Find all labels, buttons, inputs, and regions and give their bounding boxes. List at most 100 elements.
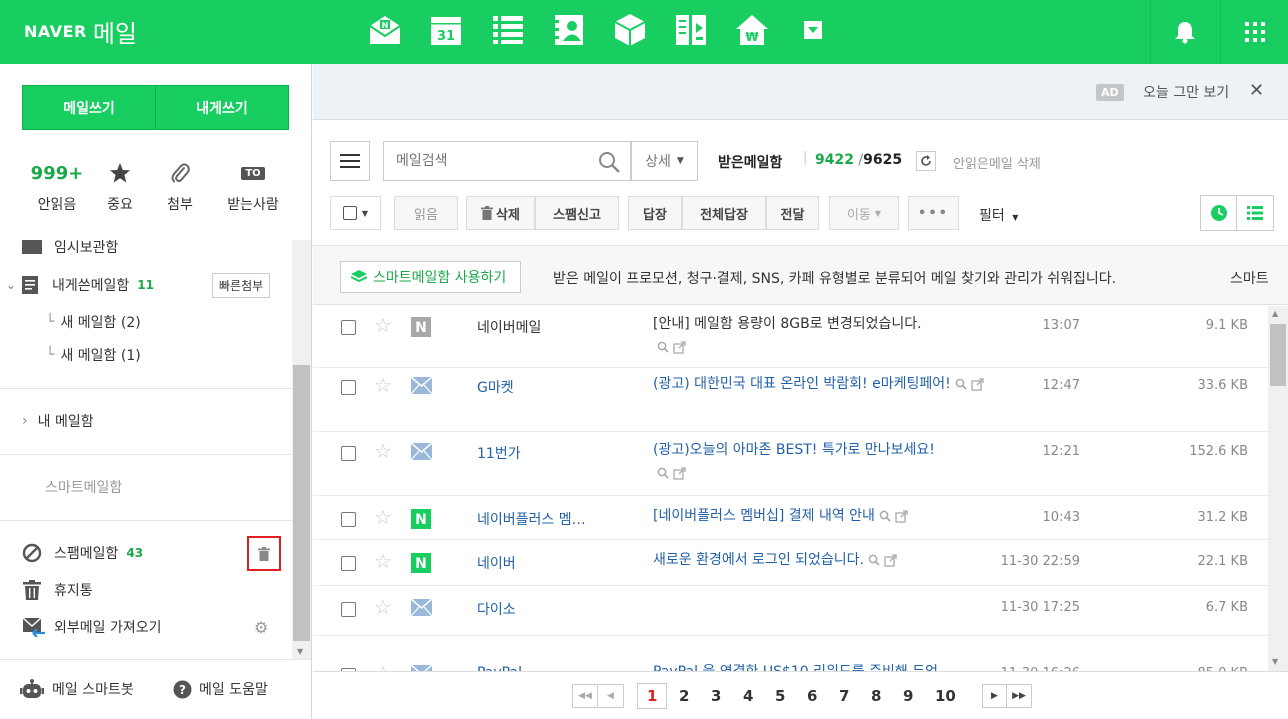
- time-view-clock-icon[interactable]: [1201, 196, 1237, 230]
- first-page-icon[interactable]: ◀◀: [573, 685, 598, 707]
- inbox-title[interactable]: 받은메일함: [718, 152, 782, 172]
- search-icon[interactable]: [598, 151, 620, 173]
- mail-checkbox[interactable]: [341, 512, 356, 527]
- external-mail-item[interactable]: 외부메일 가져오기 ⚙: [22, 612, 282, 642]
- quick-attach-button[interactable]: 빠른첨부: [212, 272, 271, 298]
- page-link[interactable]: 4: [743, 687, 753, 705]
- mail-checkbox[interactable]: [341, 446, 356, 461]
- sent-to-me-folder[interactable]: ⌄ 내게쓴메일함 11 빠른첨부: [6, 270, 281, 300]
- report-spam-button[interactable]: 스팸신고: [535, 196, 619, 230]
- my-mailbox-toggle[interactable]: › 내 메일함: [22, 406, 94, 436]
- mail-checkbox[interactable]: [341, 380, 356, 395]
- contacts-icon[interactable]: [551, 12, 587, 48]
- sidebar-scrollbar[interactable]: ▼: [292, 240, 311, 660]
- mail-subject[interactable]: [네이버플러스 멤버십] 결제 내역 안내: [653, 505, 993, 528]
- mail-subject[interactable]: 새로운 환경에서 로그인 되었습니다.: [653, 549, 993, 572]
- todo-list-icon[interactable]: [490, 12, 526, 48]
- last-page-icon[interactable]: ▶▶: [1007, 685, 1031, 707]
- next-page-icon[interactable]: ▶: [983, 685, 1007, 707]
- sub-folder-1[interactable]: └ 새 메일함 (2): [46, 307, 141, 337]
- refresh-icon[interactable]: [916, 151, 936, 171]
- unread-mail-count[interactable]: 9422: [815, 152, 854, 168]
- list-view-icon[interactable]: [1237, 196, 1273, 230]
- page-current[interactable]: 1: [637, 683, 668, 709]
- more-button[interactable]: •••: [908, 196, 959, 230]
- mail-list-scrollbar[interactable]: ▲ ▼: [1268, 306, 1288, 678]
- mail-row[interactable]: ☆ N 네이버플러스 멤… [네이버플러스 멤버십] 결제 내역 안내 10:43 31.…: [313, 496, 1268, 540]
- search-input[interactable]: [396, 150, 586, 172]
- mail-subject[interactable]: (광고)오늘의 아마존 BEST! 특가로 만나보세요!: [653, 439, 993, 485]
- search-detail-dropdown[interactable]: 상세 ▼: [631, 141, 698, 181]
- star-icon[interactable]: ☆: [374, 595, 392, 619]
- prev-page-icon[interactable]: ◀: [598, 685, 623, 707]
- write-mail-button[interactable]: 메일쓰기: [22, 85, 156, 130]
- star-icon[interactable]: ☆: [374, 505, 392, 529]
- blog-home-icon[interactable]: ₩: [734, 12, 770, 48]
- close-icon[interactable]: ✕: [1249, 80, 1264, 101]
- sidebar-scroll-thumb[interactable]: [293, 365, 310, 641]
- trash-folder[interactable]: 휴지통: [22, 575, 93, 605]
- mail-row[interactable]: ☆ 11번가 (광고)오늘의 아마존 BEST! 특가로 만나보세요! 12:21 15…: [313, 432, 1268, 496]
- forward-button[interactable]: 전달: [766, 196, 819, 230]
- mail-subject[interactable]: (광고) 대한민국 대표 온라인 박람회! e마케팅페어!: [653, 373, 993, 396]
- mark-read-button[interactable]: 읽음: [394, 196, 458, 230]
- star-icon[interactable]: ☆: [374, 313, 392, 337]
- settings-gear-icon[interactable]: ⚙: [254, 618, 268, 637]
- mail-home-icon[interactable]: N: [367, 12, 403, 48]
- spam-folder[interactable]: 스팸메일함 43: [22, 536, 282, 571]
- page-link[interactable]: 9: [903, 687, 913, 705]
- mail-sender[interactable]: 네이버: [477, 553, 607, 573]
- mail-subject[interactable]: [안내] 메일함 용량이 8GB로 변경되었습니다.: [653, 313, 993, 359]
- bell-icon[interactable]: [1167, 14, 1203, 50]
- mail-row[interactable]: ☆ 다이소 11-30 17:25 6.7 KB: [313, 586, 1268, 636]
- move-dropdown[interactable]: 이동 ▼: [829, 196, 899, 230]
- mail-checkbox[interactable]: [341, 602, 356, 617]
- all-apps-grid-icon[interactable]: [1237, 14, 1273, 50]
- chevron-down-icon[interactable]: ⌄: [6, 278, 22, 292]
- star-icon[interactable]: ☆: [374, 549, 392, 573]
- menu-hamburger-icon[interactable]: [330, 141, 370, 181]
- mail-checkbox[interactable]: [341, 556, 356, 571]
- mail-sender[interactable]: 네이버메일: [477, 317, 607, 337]
- page-link[interactable]: 10: [935, 687, 956, 705]
- mail-row[interactable]: ☆ N 네이버메일 [안내] 메일함 용량이 8GB로 변경되었습니다. 13:07 9.…: [313, 306, 1268, 368]
- smart-mailbox-item[interactable]: 스마트메일함: [45, 472, 122, 502]
- reply-all-button[interactable]: 전체답장: [682, 196, 766, 230]
- delete-unread-link[interactable]: 안읽은메일 삭제: [953, 153, 1041, 172]
- quick-attachment[interactable]: 첨부: [140, 162, 220, 214]
- help-link[interactable]: ? 메일 도움말: [173, 674, 268, 704]
- naver-mail-logo[interactable]: NAVER 메일: [24, 14, 137, 48]
- office-icon[interactable]: [673, 12, 709, 48]
- mail-sender[interactable]: 다이소: [477, 599, 607, 619]
- mail-row[interactable]: ☆ N 네이버 새로운 환경에서 로그인 되었습니다. 11-30 22:59 22.1 …: [313, 540, 1268, 586]
- scroll-up-arrow-icon[interactable]: ▲: [1272, 309, 1278, 318]
- calendar-icon[interactable]: 31: [428, 12, 464, 48]
- star-icon[interactable]: ☆: [374, 439, 392, 463]
- page-link[interactable]: 5: [775, 687, 785, 705]
- mail-sender[interactable]: G마켓: [477, 377, 607, 397]
- drafts-folder[interactable]: 임시보관함: [22, 240, 282, 262]
- mail-row[interactable]: ☆ G마켓 (광고) 대한민국 대표 온라인 박람회! e마케팅페어! 12:47 33…: [313, 368, 1268, 432]
- scroll-down-arrow-icon[interactable]: ▼: [1272, 657, 1278, 666]
- page-link[interactable]: 2: [679, 687, 689, 705]
- mail-sender[interactable]: 네이버플러스 멤…: [477, 509, 607, 529]
- mail-sender[interactable]: 11번가: [477, 443, 607, 463]
- scroll-down-arrow-icon[interactable]: ▼: [297, 647, 303, 656]
- empty-spam-button[interactable]: [247, 536, 281, 571]
- smartbot-link[interactable]: 메일 스마트봇: [20, 674, 134, 704]
- filter-dropdown[interactable]: 필터 ▼: [979, 205, 1018, 225]
- mybox-icon[interactable]: [612, 12, 648, 48]
- smart-mailbox-button[interactable]: 스마트메일함 사용하기: [340, 261, 522, 293]
- star-icon[interactable]: ☆: [374, 373, 392, 397]
- mail-scroll-thumb[interactable]: [1270, 324, 1286, 386]
- select-all-checkbox[interactable]: ▼: [330, 196, 381, 230]
- sub-folder-2[interactable]: └ 새 메일함 (1): [46, 340, 141, 370]
- hide-today-link[interactable]: 오늘 그만 보기: [1143, 82, 1229, 102]
- reply-button[interactable]: 답장: [628, 196, 682, 230]
- page-link[interactable]: 7: [839, 687, 849, 705]
- quick-recipient[interactable]: TO 받는사람: [213, 162, 293, 214]
- delete-button[interactable]: 삭제: [466, 196, 535, 230]
- write-to-me-button[interactable]: 내게쓰기: [155, 85, 289, 130]
- mail-checkbox[interactable]: [341, 320, 356, 335]
- download-icon[interactable]: [795, 12, 831, 48]
